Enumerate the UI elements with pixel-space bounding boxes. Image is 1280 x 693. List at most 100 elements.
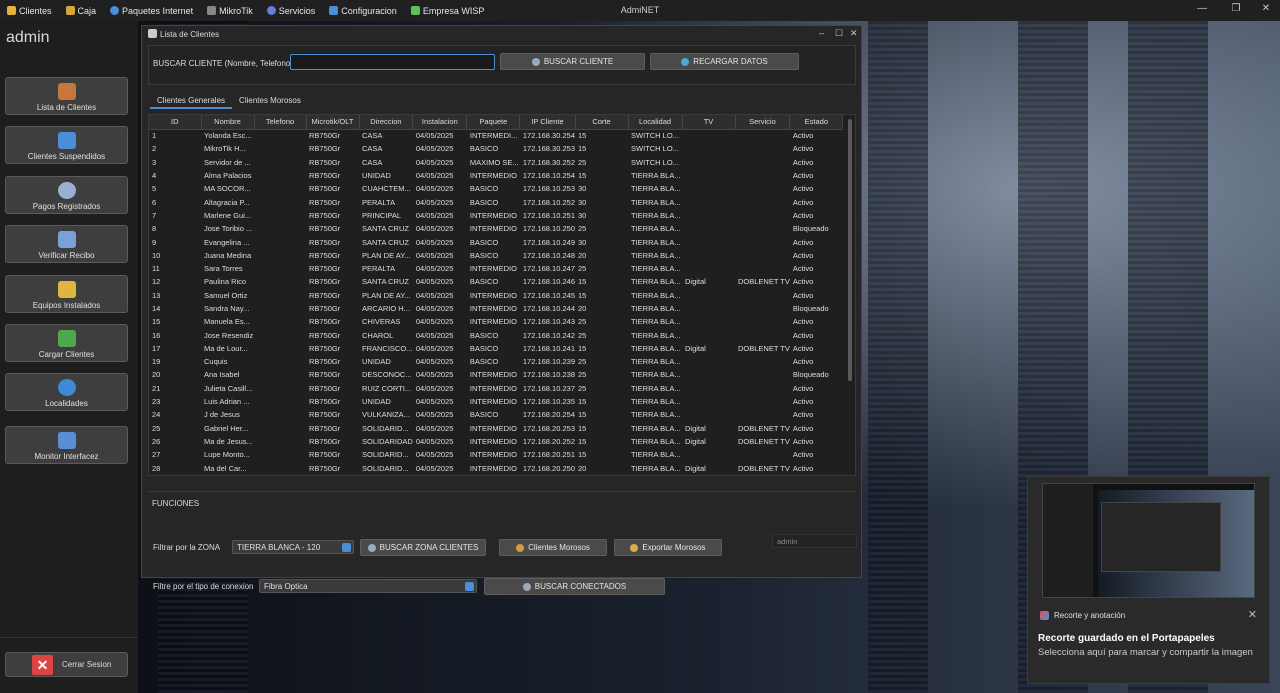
sidebar-monitor-interfacez[interactable]: Monitor Interfacez [5,426,128,464]
menu-configuracion[interactable]: Configuracion [322,0,404,21]
table-cell: 04/05/2025 [415,264,454,274]
table-cell: 3 [152,157,157,167]
table-row[interactable]: 16 Jose Resendiz RB750Gr CHAROL 04/05/2025 BA… [149,328,843,341]
buscar-cliente-button[interactable]: BUSCAR CLIENTE [500,53,645,70]
menu-label: Caja [77,5,97,16]
table-row[interactable]: 25 Gabriel Her... RB750Gr SOLIDARID... 04/05… [149,422,843,435]
chevron-down-icon [342,543,351,552]
table-row[interactable]: 10 Juana Medina RB750Gr PLAN DE AY... 04/05/… [149,249,843,262]
table-cell: RB750Gr [309,237,341,247]
sidebar-verificar-recibo[interactable]: Verificar Recibo [5,225,128,263]
zone-label: Filtrar por la ZONA [153,543,221,552]
table-row[interactable]: 23 Luis Adrian ... RB750Gr UNIDAD 04/05/2025… [149,395,843,408]
table-scrollbar[interactable] [848,119,852,381]
exportar-morosos-button[interactable]: Exportar Morosos [614,539,722,556]
table-cell: TIERRA BLA... [631,250,681,260]
table-row[interactable]: 6 Altagracia P... RB750Gr PERALTA 04/05/2025… [149,195,843,208]
table-row[interactable]: 1 Yolanda Esc... RB750Gr CASA 04/05/2025 INTE… [149,129,843,142]
table-row[interactable]: 27 Lupe Monto... RB750Gr SOLIDARID... 04/05/… [149,448,843,461]
table-cell: 172.168.10.253 [522,184,575,194]
search-icon [522,582,531,591]
snip-notification[interactable]: Recorte y anotación ✕ Recorte guardado e… [1027,476,1270,684]
table-row[interactable]: 8 Jose Toribio ... RB750Gr SANTA CRUZ 04/05/… [149,222,843,235]
sidebar-clientes-suspendidos[interactable]: Clientes Suspendidos [5,126,128,164]
table-row[interactable]: 13 Samuel Ortiz RB750Gr PLAN DE AY... 04/05/… [149,289,843,302]
column-header[interactable]: Direccion [359,115,414,130]
table-cell: SANTA CRUZ [362,237,409,247]
table-cell: RB750Gr [309,290,341,300]
column-header[interactable]: Corte [575,115,629,130]
sidebar-equipos-instalados[interactable]: Equipos Instalados [5,275,128,313]
logout-button[interactable]: ✕ Cerrar Sesion [5,652,128,677]
sidebar-label: Cargar Clientes [38,350,95,359]
table-row[interactable]: 24 J de Jesus RB750Gr VULKANIZA... 04/05/202… [149,408,843,421]
table-cell [682,408,735,421]
table-row[interactable]: 11 Sara Torres RB750Gr PERALTA 04/05/2025 INT… [149,262,843,275]
column-header[interactable]: Servicio [735,115,791,130]
dialog-maximize-button[interactable]: ☐ [835,28,843,39]
table-row[interactable]: 9 Evangelina ... RB750Gr SANTA CRUZ 04/05/20… [149,235,843,248]
column-header[interactable]: TV [682,115,736,130]
table-cell: RB750Gr [309,250,341,260]
table-row[interactable]: 7 Marlene Gui... RB750Gr PRINCIPAL 04/05/202… [149,209,843,222]
receipt-icon [57,231,76,248]
table-cell: Digital [685,463,706,473]
sidebar-lista-clientes[interactable]: Lista de Clientes [5,77,128,115]
menu-caja[interactable]: Caja [59,0,104,21]
table-cell [682,395,735,408]
connection-select[interactable]: Fibra Optica [259,579,477,593]
buscar-zona-button[interactable]: BUSCAR ZONA CLIENTES [360,539,486,556]
column-header[interactable]: Estado [789,115,844,130]
table-cell: Activo [792,197,814,207]
menu-mikrotik[interactable]: MikroTik [200,0,260,21]
buscar-conectados-button[interactable]: BUSCAR CONECTADOS [484,578,665,595]
chevron-down-icon [465,582,474,591]
table-row[interactable]: 26 Ma de Jesus... RB750Gr SOLIDARIDAD 04/05/… [149,435,843,448]
table-row[interactable]: 4 Alma Palacios RB750Gr UNIDAD 04/05/2025 INT… [149,169,843,182]
sidebar-pagos-registrados[interactable]: Pagos Registrados [5,176,128,214]
table-row[interactable]: 21 Julieta Casill... RB750Gr RUIZ CORTI... 0… [149,382,843,395]
recargar-datos-button[interactable]: RECARGAR DATOS [650,53,799,70]
table-row[interactable]: 28 Ma del Car... RB750Gr SOLIDARID... 04/05/… [149,461,843,474]
column-header[interactable]: IP Cliente [519,115,576,130]
table-cell [254,195,306,208]
minimize-button[interactable]: — [1192,3,1212,14]
table-row[interactable]: 3 Servidor de ... RB750Gr CASA 04/05/2025 MAX… [149,156,843,169]
menu-paquetes-internet[interactable]: Paquetes Internet [103,0,200,21]
table-cell: DOBLENET TV [738,343,790,353]
dialog-close-button[interactable]: ✕ [850,28,858,39]
table-row[interactable]: 20 Ana Isabel RB750Gr DESCONOC... 04/05/2025… [149,368,843,381]
table-cell [254,289,306,302]
zone-select[interactable]: TIERRA BLANCA - 120 [232,540,354,554]
clientes-morosos-button[interactable]: Clientes Morosos [499,539,607,556]
menu-servicios[interactable]: Servicios [260,0,323,21]
table-row[interactable]: 5 MA SOCOR... RB750Gr CUAHCTEM... 04/05/2025… [149,182,843,195]
menu-clientes[interactable]: Clientes [0,0,59,21]
column-header[interactable]: ID [149,115,202,130]
table-row[interactable]: 2 MikroTik H... RB750Gr CASA 04/05/2025 BASIC… [149,142,843,155]
column-header[interactable]: Paquete [466,115,521,130]
menu-empresa-wisp[interactable]: Empresa WISP [404,0,492,21]
table-row[interactable]: 15 Manuela Es... RB750Gr CHIVERAS 04/05/2025… [149,315,843,328]
table-row[interactable]: 14 Sandra Nay... RB750Gr ARCARIO H... 04/05/… [149,302,843,315]
column-header[interactable]: Microtik/OLT [306,115,360,130]
maximize-button[interactable]: ❐ [1226,3,1246,14]
notification-close-button[interactable]: ✕ [1248,608,1257,621]
column-header[interactable]: Instalacion [412,115,468,130]
screenshot-thumbnail[interactable] [1042,483,1255,598]
sidebar-cargar-clientes[interactable]: Cargar Clientes [5,324,128,362]
table-cell [682,195,735,208]
table-row[interactable]: 19 Cuquis RB750Gr UNIDAD 04/05/2025 BASICO 172… [149,355,843,368]
search-input[interactable] [290,54,495,70]
column-header[interactable]: Telefono [254,115,307,130]
table-row[interactable]: 12 Paulina Rico RB750Gr SANTA CRUZ 04/05/202… [149,275,843,288]
dialog-minimize-button[interactable]: – [819,28,824,38]
table-cell: 04/05/2025 [415,304,454,313]
sidebar-localidades[interactable]: Localidades [5,373,128,411]
tab-clientes-generales[interactable]: Clientes Generales [150,93,233,109]
close-button[interactable]: ✕ [1256,3,1276,14]
tab-clientes-morosos[interactable]: Clientes Morosos [232,93,308,109]
column-header[interactable]: Localidad [628,115,683,130]
column-header[interactable]: Nombre [201,115,255,130]
table-row[interactable]: 17 Ma de Lour... RB750Gr FRANCISCO... 04/05/… [149,342,843,355]
